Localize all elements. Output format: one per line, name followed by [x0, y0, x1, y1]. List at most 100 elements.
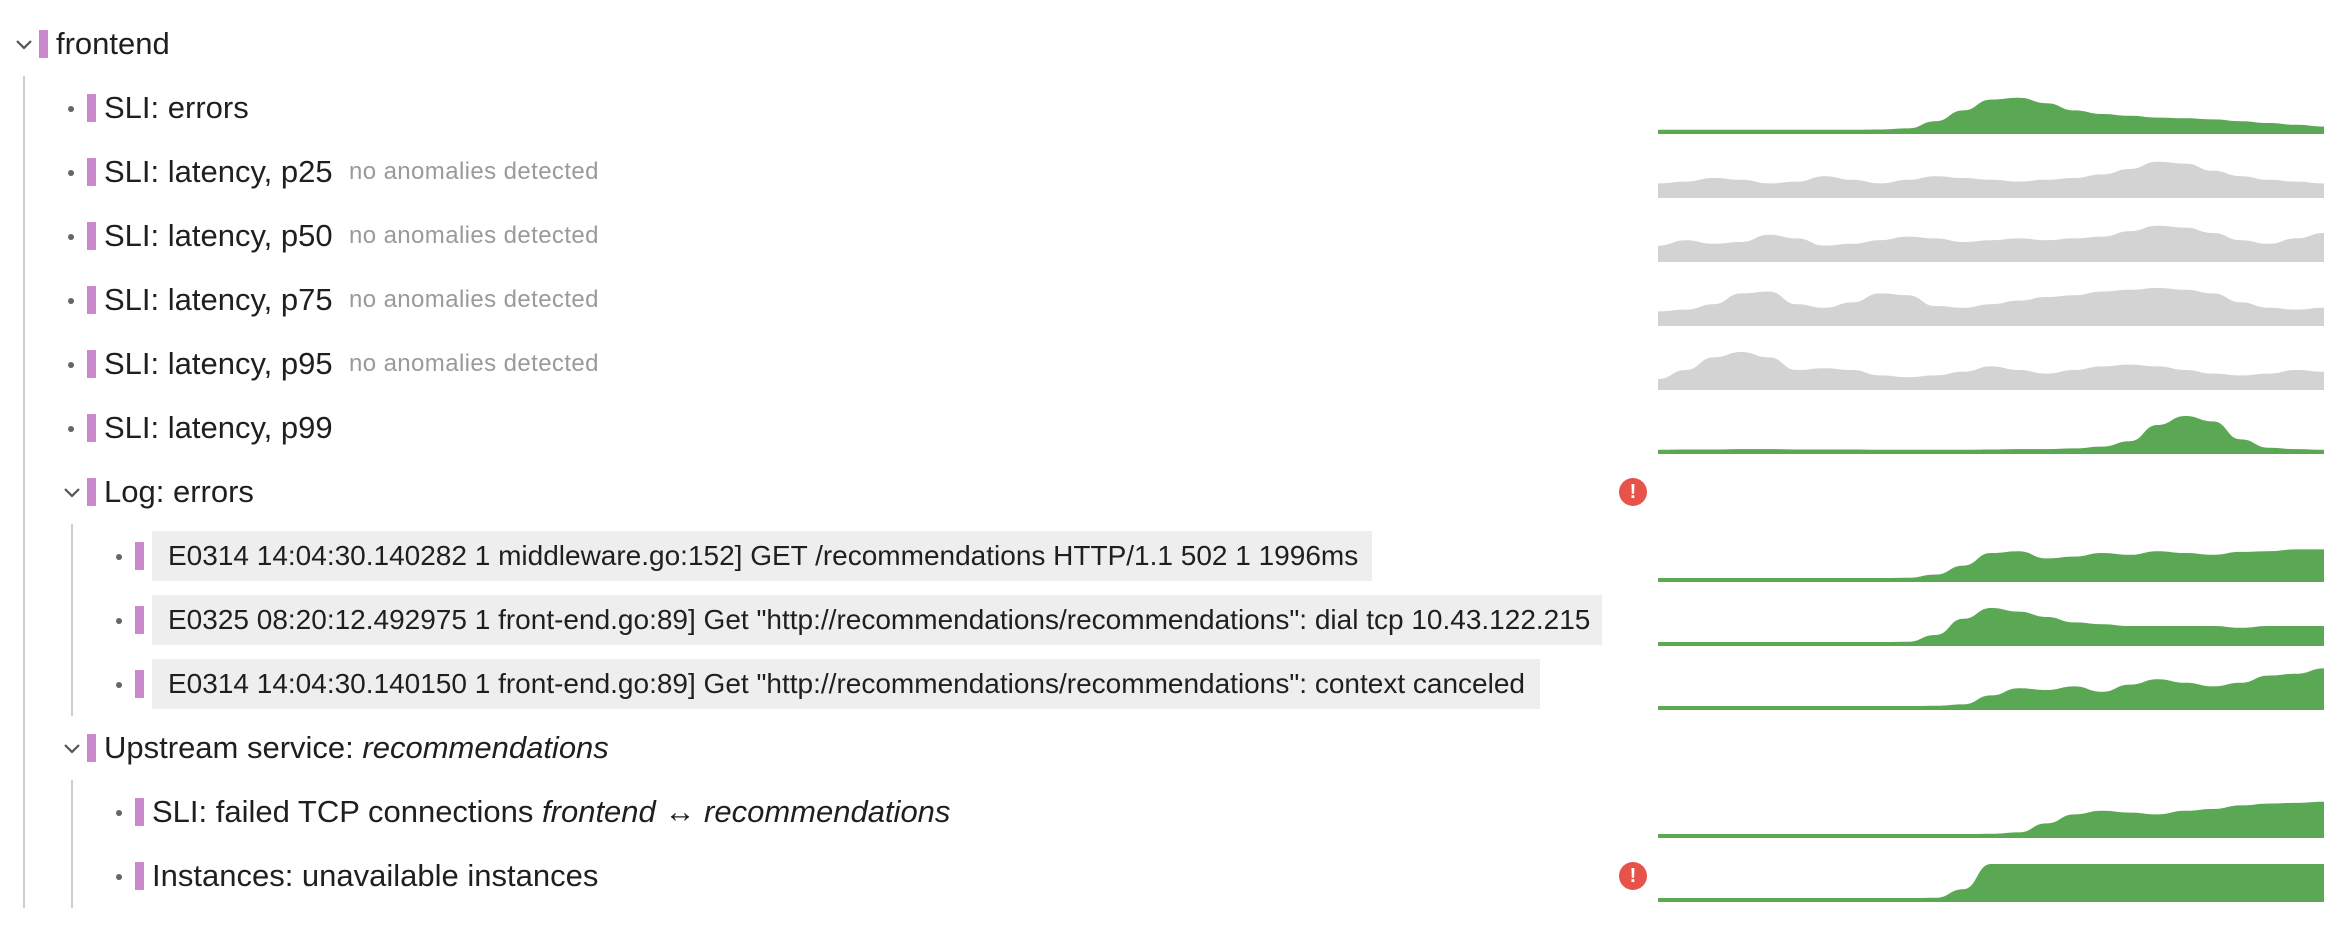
category-marker [135, 606, 144, 634]
status-note: no anomalies detected [349, 222, 599, 249]
exclamation-circle-icon[interactable]: ! [1619, 862, 1647, 890]
node-label: Upstream service: recommendations [104, 716, 609, 780]
sparkline-baseline [1658, 898, 2324, 902]
node-label: SLI: latency, p25 [104, 154, 333, 189]
category-marker [135, 862, 144, 890]
tree-node-sli-latency-p50[interactable]: SLI: latency, p50 no anomalies detected [0, 204, 2348, 268]
status-note: no anomalies detected [349, 286, 599, 313]
sparkline-baseline [1658, 834, 2324, 838]
upstream-service-name: recommendations [362, 730, 609, 765]
sparkline-chart [1658, 668, 2324, 710]
sparkline-area [1658, 549, 2324, 580]
node-label: frontend [56, 26, 170, 61]
node-label: SLI: latency, p75 [104, 282, 333, 317]
sparkline-area [1658, 225, 2324, 260]
node-label: Instances: unavailable instances [152, 858, 599, 893]
service-tree: frontend SLI: errors SLI: latency, p25 n… [0, 0, 2348, 936]
node-label: SLI: latency, p95 [104, 346, 333, 381]
log-entry[interactable]: E0325 08:20:12.492975 1 front-end.go:89]… [0, 588, 2348, 652]
node-label: SLI: failed TCP connections frontend ↔ r… [152, 780, 950, 844]
upstream-prefix: Upstream service: [104, 730, 363, 765]
sparkline-chart [1658, 864, 2324, 902]
tree-node-failed-tcp[interactable]: SLI: failed TCP connections frontend ↔ r… [0, 780, 2348, 844]
exclamation-circle-icon[interactable]: ! [1619, 478, 1647, 506]
log-message: E0314 14:04:30.140282 1 middleware.go:15… [152, 531, 1372, 581]
sparkline-chart [1658, 801, 2324, 838]
sparkline-area [1658, 864, 2324, 900]
bullet-icon [68, 170, 74, 176]
sparkline-baseline [1658, 258, 2324, 262]
bullet-icon [116, 810, 122, 816]
category-marker [87, 478, 96, 506]
node-label: SLI: errors [104, 90, 249, 125]
tree-node-upstream-service[interactable]: Upstream service: recommendations [0, 716, 2348, 780]
bullet-icon [68, 106, 74, 112]
category-marker [87, 734, 96, 762]
tree-node-sli-latency-p25[interactable]: SLI: latency, p25 no anomalies detected [0, 140, 2348, 204]
sparkline-chart [1658, 161, 2324, 198]
bullet-icon [116, 618, 122, 624]
log-entry[interactable]: E0314 14:04:30.140150 1 front-end.go:89]… [0, 652, 2348, 716]
tree-node-frontend[interactable]: frontend [0, 12, 2348, 76]
tree-node-sli-errors[interactable]: SLI: errors [0, 76, 2348, 140]
category-marker [135, 542, 144, 570]
log-message: E0314 14:04:30.140150 1 front-end.go:89]… [152, 659, 1540, 709]
category-marker [87, 222, 96, 250]
tree-node-sli-latency-p95[interactable]: SLI: latency, p95 no anomalies detected [0, 332, 2348, 396]
sparkline-chart [1658, 97, 2324, 134]
sparkline-chart [1658, 352, 2324, 390]
sparkline-area [1658, 288, 2324, 324]
chevron-down-icon[interactable] [61, 481, 83, 503]
sparkline-area [1658, 416, 2324, 452]
tree-node-unavailable-instances[interactable]: Instances: unavailable instances ! [0, 844, 2348, 908]
sparkline-area [1658, 161, 2324, 196]
sparkline-chart [1658, 225, 2324, 262]
sparkline-area [1658, 97, 2324, 132]
node-label: SLI: latency, p50 [104, 218, 333, 253]
sparkline-chart [1658, 608, 2324, 646]
log-message: E0325 08:20:12.492975 1 front-end.go:89]… [152, 595, 1602, 645]
category-marker [39, 30, 48, 58]
bullet-icon [68, 426, 74, 432]
sparkline-baseline [1658, 130, 2324, 134]
category-marker [87, 350, 96, 378]
sparkline-chart [1658, 549, 2324, 582]
bidirectional-arrow-icon: ↔ [655, 794, 705, 829]
category-marker [87, 94, 96, 122]
sparkline-chart [1658, 416, 2324, 454]
tcp-to: recommendations [704, 794, 951, 829]
bullet-icon [68, 234, 74, 240]
status-note: no anomalies detected [349, 158, 599, 185]
sparkline-baseline [1658, 642, 2324, 646]
sparkline-area [1658, 801, 2324, 836]
sparkline-chart [1658, 288, 2324, 326]
category-marker [87, 414, 96, 442]
category-marker [135, 670, 144, 698]
sparkline-baseline [1658, 578, 2324, 582]
category-marker [87, 158, 96, 186]
sparkline-baseline [1658, 194, 2324, 198]
tcp-prefix: SLI: failed TCP connections [152, 794, 543, 829]
bullet-icon [116, 682, 122, 688]
tcp-from: frontend [542, 794, 656, 829]
status-note: no anomalies detected [349, 350, 599, 377]
category-marker [87, 286, 96, 314]
sparkline-baseline [1658, 386, 2324, 390]
tree-node-log-errors[interactable]: Log: errors ! [0, 460, 2348, 524]
node-label: SLI: latency, p99 [104, 410, 333, 445]
log-entry[interactable]: E0314 14:04:30.140282 1 middleware.go:15… [0, 524, 2348, 588]
node-label: Log: errors [104, 474, 254, 509]
bullet-icon [116, 874, 122, 880]
tree-node-sli-latency-p75[interactable]: SLI: latency, p75 no anomalies detected [0, 268, 2348, 332]
bullet-icon [68, 298, 74, 304]
sparkline-baseline [1658, 322, 2324, 326]
bullet-icon [116, 554, 122, 560]
sparkline-area [1658, 668, 2324, 708]
category-marker [135, 798, 144, 826]
sparkline-baseline [1658, 706, 2324, 710]
sparkline-baseline [1658, 450, 2324, 454]
chevron-down-icon[interactable] [13, 33, 35, 55]
chevron-down-icon[interactable] [61, 737, 83, 759]
tree-node-sli-latency-p99[interactable]: SLI: latency, p99 [0, 396, 2348, 460]
sparkline-area [1658, 352, 2324, 388]
